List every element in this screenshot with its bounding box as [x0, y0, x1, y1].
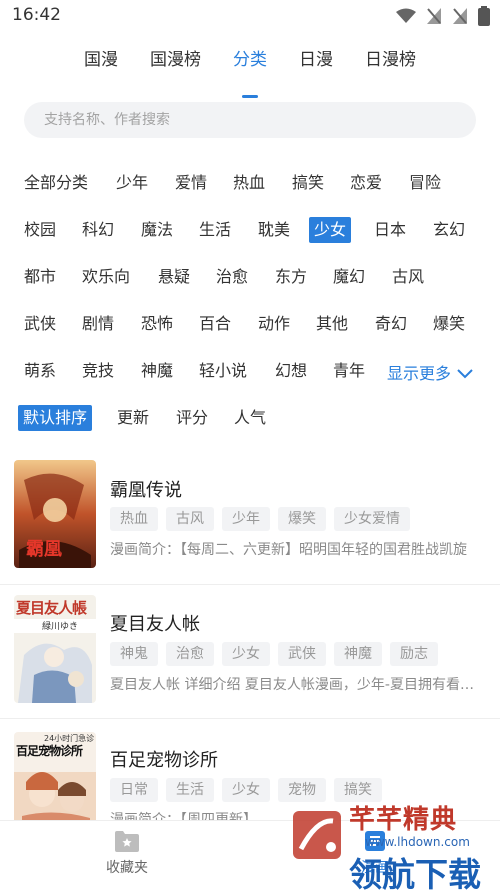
category-chip[interactable]: 竞技	[77, 358, 119, 384]
comic-tag[interactable]: 少女	[222, 642, 270, 666]
category-chip[interactable]: 搞笑	[287, 170, 329, 196]
category-chip[interactable]: 欢乐向	[77, 264, 135, 290]
comic-title[interactable]: 百足宠物诊所	[110, 746, 218, 772]
watermark-brand: 芊芊精典	[349, 805, 458, 835]
comic-title[interactable]: 夏目友人帐	[110, 610, 200, 636]
comic-cover-author: 緑川ゆき	[42, 622, 79, 632]
category-chip[interactable]: 奇幻	[370, 311, 412, 337]
bookmark-folder-icon	[115, 831, 139, 852]
category-chip[interactable]: 爆笑	[428, 311, 470, 337]
nav-favorites[interactable]: 收藏夹	[72, 829, 182, 877]
category-chip-selected[interactable]: 少女	[309, 217, 352, 243]
sort-update[interactable]: 更新	[112, 405, 154, 431]
category-chip[interactable]: 校园	[19, 217, 61, 243]
category-chip[interactable]: 冒险	[404, 170, 446, 196]
comic-tag[interactable]: 少年	[222, 507, 270, 531]
comic-cover[interactable]: 夏目友人帳 緑川ゆき	[14, 595, 96, 703]
comic-tag[interactable]: 爆笑	[278, 507, 326, 531]
category-chip[interactable]: 恐怖	[136, 311, 178, 337]
category-chip[interactable]: 古风	[387, 264, 429, 290]
comic-tags: 热血 古风 少年 爆笑 少女爱情	[110, 507, 410, 531]
category-chip[interactable]: 萌系	[19, 358, 61, 384]
category-chip[interactable]: 青年	[328, 358, 370, 384]
svg-text:霸凰: 霸凰	[26, 539, 62, 560]
comic-cover-title: 百足宠物诊所	[16, 744, 83, 758]
category-chip[interactable]: 少年	[111, 170, 153, 196]
comic-tag[interactable]: 励志	[390, 642, 438, 666]
comic-tag[interactable]: 治愈	[166, 642, 214, 666]
wifi-icon	[396, 8, 416, 23]
tab-guoman[interactable]: 国漫	[68, 48, 134, 88]
category-chip[interactable]: 其他	[311, 311, 353, 337]
tab-guoman-rank[interactable]: 国漫榜	[134, 48, 217, 88]
watermark-logo-icon	[293, 811, 341, 859]
category-chip[interactable]: 爱情	[170, 170, 212, 196]
category-chip[interactable]: 悬疑	[153, 264, 195, 290]
show-more-button[interactable]: 显示更多	[383, 361, 474, 387]
signal-off-icon-2	[453, 8, 467, 24]
comic-card[interactable]: 夏目友人帳 緑川ゆき 夏目友人帐 神鬼 治愈 少女 武侠 神魔 励志 夏目友人帐…	[0, 585, 500, 722]
category-chip[interactable]: 东方	[270, 264, 312, 290]
watermark-url: www.lhdown.com	[365, 835, 470, 849]
tab-riman-rank[interactable]: 日漫榜	[349, 48, 432, 88]
comic-tag[interactable]: 古风	[166, 507, 214, 531]
comic-tag[interactable]: 武侠	[278, 642, 326, 666]
search-input[interactable]	[42, 111, 458, 129]
comic-cover[interactable]: 霸凰	[14, 460, 96, 568]
comic-card[interactable]: 霸凰 霸凰传说 热血 古风 少年 爆笑 少女爱情 漫画简介：【每周二、六更新】昭…	[0, 448, 500, 585]
comic-tags: 神鬼 治愈 少女 武侠 神魔 励志	[110, 642, 438, 666]
category-chip[interactable]: 日本	[369, 217, 411, 243]
tab-category[interactable]: 分类	[217, 48, 283, 98]
watermark-slogan: 领航下载	[349, 855, 481, 894]
category-chip[interactable]: 幻想	[270, 358, 312, 384]
battery-icon	[478, 6, 490, 26]
nav-favorites-label: 收藏夹	[106, 860, 148, 876]
category-chip[interactable]: 都市	[19, 264, 61, 290]
comic-title[interactable]: 霸凰传说	[110, 476, 182, 502]
category-chip[interactable]: 全部分类	[19, 170, 93, 196]
comic-tag[interactable]: 神鬼	[110, 642, 158, 666]
category-chip[interactable]: 恋爱	[345, 170, 387, 196]
status-bar: 16:42	[0, 0, 500, 32]
status-time: 16:42	[12, 5, 61, 25]
category-chip[interactable]: 百合	[194, 311, 236, 337]
category-chip[interactable]: 动作	[253, 311, 295, 337]
sort-popularity[interactable]: 人气	[229, 405, 271, 431]
category-chip[interactable]: 治愈	[211, 264, 253, 290]
comic-tag[interactable]: 少女	[222, 778, 270, 802]
category-chip[interactable]: 武侠	[19, 311, 61, 337]
category-chip[interactable]: 剧情	[77, 311, 119, 337]
signal-off-icon	[427, 8, 441, 24]
comic-tag[interactable]: 生活	[166, 778, 214, 802]
tab-riman[interactable]: 日漫	[283, 48, 349, 88]
comic-description: 夏目友人帐 详细介绍 夏目友人帐漫画，少年-夏目拥有看见妖怪的能力	[110, 677, 482, 693]
category-chip[interactable]: 魔幻	[328, 264, 370, 290]
category-chip[interactable]: 轻小说	[194, 358, 252, 384]
show-more-label: 显示更多	[387, 364, 452, 383]
comic-tag[interactable]: 日常	[110, 778, 158, 802]
top-tabs: 国漫 国漫榜 分类 日漫 日漫榜	[0, 48, 500, 98]
sort-default[interactable]: 默认排序	[18, 405, 93, 431]
site-watermark: 芊芊精典 www.lhdown.com 领航下载	[285, 793, 500, 894]
comic-tag[interactable]: 神魔	[334, 642, 382, 666]
comic-description: 漫画简介：【每周二、六更新】昭明国年轻的国君胜战凯旋	[110, 542, 467, 558]
category-chip[interactable]: 热血	[228, 170, 270, 196]
status-icons	[396, 6, 490, 26]
category-chip[interactable]: 耽美	[253, 217, 295, 243]
search-bar[interactable]	[24, 102, 476, 138]
category-chip[interactable]: 科幻	[77, 217, 119, 243]
category-chip[interactable]: 生活	[194, 217, 236, 243]
category-chip[interactable]: 魔法	[136, 217, 178, 243]
chevron-down-icon	[457, 369, 473, 379]
comic-tag[interactable]: 热血	[110, 507, 158, 531]
comic-cover-title: 夏目友人帳	[16, 599, 87, 617]
category-chip[interactable]: 神魔	[136, 358, 178, 384]
comic-tag[interactable]: 少女爱情	[334, 507, 410, 531]
sort-rating[interactable]: 评分	[171, 405, 213, 431]
category-chip[interactable]: 玄幻	[428, 217, 470, 243]
